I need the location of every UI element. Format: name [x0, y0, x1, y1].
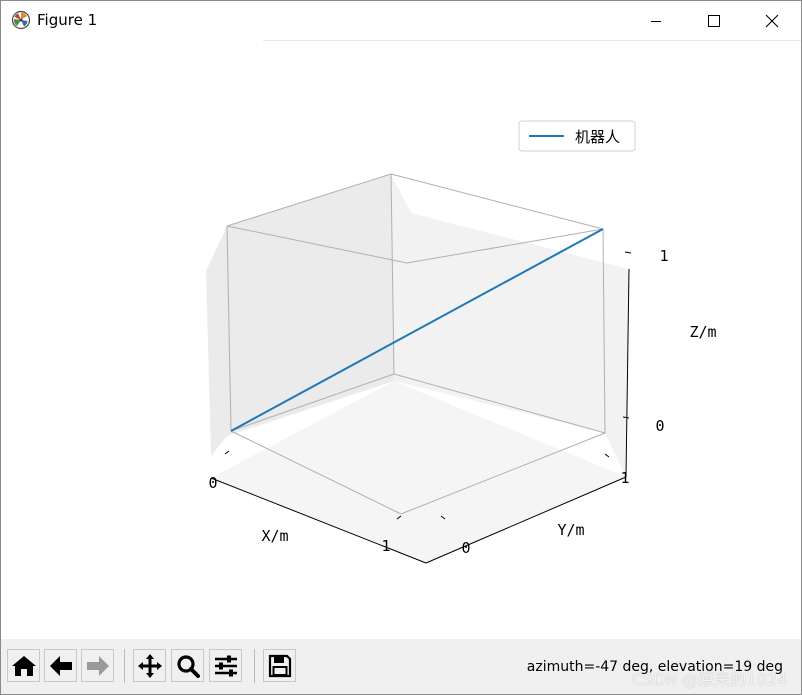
move-icon — [137, 653, 162, 678]
forward-button[interactable] — [81, 649, 114, 682]
arrow-right-icon — [86, 655, 109, 676]
x-axis-label: X/m — [261, 527, 288, 545]
z-tick — [624, 251, 632, 254]
close-button[interactable] — [743, 1, 801, 41]
floppy-icon — [268, 654, 291, 677]
zoom-button[interactable] — [171, 649, 204, 682]
back-button[interactable] — [44, 649, 77, 682]
close-icon — [765, 14, 779, 28]
figure-canvas[interactable]: 0 1 0 1 0 1 X/m Y/m Z/m 机器人 — [1, 41, 801, 639]
figure-window: Figure 1 0 1 0 1 0 1 X/m Y/m Z/m 机器人 azimuth=… — [0, 0, 802, 695]
watermark-text: CSDN @原来的1024 — [631, 670, 787, 689]
configure-subplots-button[interactable] — [209, 649, 242, 682]
y-tick-label: 1 — [620, 469, 629, 487]
navigation-toolbar: azimuth=-47 deg, elevation=19 deg CSDN @… — [1, 639, 801, 694]
arrow-left-icon — [49, 655, 72, 676]
toolbar-separator — [124, 649, 125, 683]
maximize-button[interactable] — [685, 1, 743, 41]
window-title: Figure 1 — [37, 11, 98, 29]
3d-axes[interactable]: 0 1 0 1 0 1 X/m Y/m Z/m 机器人 — [1, 41, 801, 639]
sliders-icon — [214, 655, 237, 676]
toolbar-separator — [254, 649, 255, 683]
minimize-icon — [651, 21, 661, 22]
magnifier-icon — [176, 654, 200, 678]
minimize-button[interactable] — [627, 1, 685, 41]
title-bar[interactable]: Figure 1 — [1, 1, 801, 41]
x-tick-label: 0 — [208, 474, 217, 492]
z-tick-label: 0 — [655, 417, 664, 435]
y-axis-label: Y/m — [557, 521, 584, 539]
home-icon — [11, 655, 36, 676]
matplotlib-logo-icon — [11, 10, 31, 30]
z-tick-label: 1 — [659, 247, 668, 265]
y-tick-label: 0 — [461, 539, 470, 557]
x-tick-label: 1 — [381, 537, 390, 555]
pan-button[interactable] — [133, 649, 166, 682]
x-tick — [224, 450, 230, 455]
home-button[interactable] — [7, 649, 40, 682]
legend-label: 机器人 — [575, 128, 620, 146]
save-button[interactable] — [263, 649, 296, 682]
y-tick — [604, 453, 610, 458]
z-axis-label: Z/m — [689, 323, 716, 341]
maximize-icon — [708, 15, 720, 27]
